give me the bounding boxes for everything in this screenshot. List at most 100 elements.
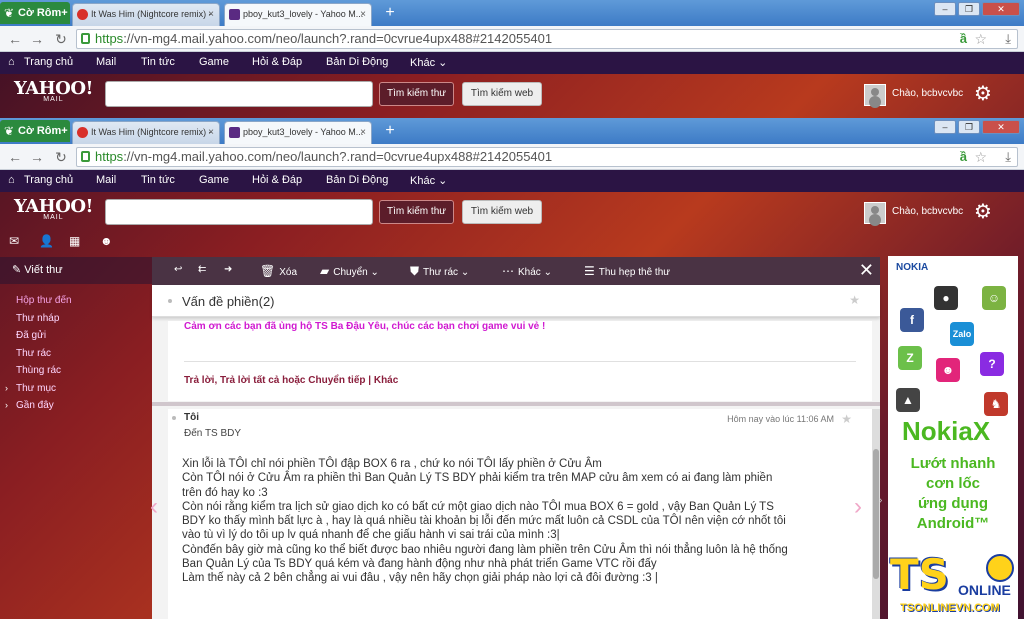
close-window-button[interactable]: ✕ xyxy=(982,120,1020,134)
browser-brand-tab[interactable]: Cờ Rôm+ xyxy=(0,120,70,142)
tab-yahoo-mail[interactable]: pboy_kut3_lovely - Yahoo M... × xyxy=(224,3,372,26)
folder-spam[interactable]: Thư rác xyxy=(0,345,152,363)
nav-item-answers[interactable]: Hỏi & Đáp xyxy=(252,56,302,68)
back-icon[interactable]: ← xyxy=(6,148,24,166)
nav-item-home[interactable]: Trang chủ xyxy=(24,56,73,68)
gear-icon[interactable]: ⚙ xyxy=(974,81,992,106)
delete-button[interactable]: 🗑 Xóa xyxy=(260,264,297,278)
browser-toolbar: ← → ↻ https://vn-mg4.mail.yahoo.com/neo/… xyxy=(0,26,1024,52)
nav-item-more[interactable]: Khác ⌄ xyxy=(410,56,447,69)
greeting[interactable]: Chào, bcbvcvbc xyxy=(892,88,963,99)
new-tab-button[interactable]: + xyxy=(380,5,400,21)
scrollbar-thumb[interactable] xyxy=(873,449,879,579)
back-icon[interactable]: ← xyxy=(6,30,24,48)
nav-item-news[interactable]: Tin tức xyxy=(141,174,175,186)
nav-item-more[interactable]: Khác ⌄ xyxy=(410,174,447,187)
star-icon[interactable]: ★ xyxy=(841,412,852,426)
yahoo-header: YAHOO! MAIL Tìm kiếm thư Tìm kiếm web Chà… xyxy=(0,192,1024,234)
close-icon[interactable]: × xyxy=(360,122,366,143)
maximize-button[interactable]: ❐ xyxy=(958,120,980,134)
reply-icon[interactable]: ↩ xyxy=(174,264,182,275)
close-window-button[interactable]: ✕ xyxy=(982,2,1020,16)
search-mail-button[interactable]: Tìm kiếm thư xyxy=(379,200,454,224)
nav-item-answers[interactable]: Hỏi & Đáp xyxy=(252,174,302,186)
calendar-icon[interactable]: ▦ xyxy=(69,234,80,248)
close-icon[interactable]: × xyxy=(208,4,214,25)
prev-message-arrow-icon[interactable]: ‹ xyxy=(150,493,158,521)
forward-mail-icon[interactable]: ➜ xyxy=(224,264,232,275)
gear-icon[interactable]: ⚙ xyxy=(974,199,992,224)
address-bar[interactable]: https://vn-mg4.mail.yahoo.com/neo/launch… xyxy=(76,29,1018,49)
close-icon[interactable]: ✕ xyxy=(859,260,874,281)
next-message-arrow-icon[interactable]: › xyxy=(854,493,862,521)
new-tab-button[interactable]: + xyxy=(380,123,400,139)
collapse-thread-button[interactable]: ☰ Thu hẹp thê thư xyxy=(584,264,670,278)
more-button[interactable]: ⋯ Khác ⌄ xyxy=(502,264,552,278)
scrollbar[interactable] xyxy=(872,409,880,619)
download-icon[interactable]: ⤓ xyxy=(1005,30,1011,48)
extension-icon[interactable]: ầ xyxy=(960,148,967,166)
lock-icon xyxy=(81,33,90,44)
search-mail-button[interactable]: Tìm kiếm thư xyxy=(379,82,454,106)
home-icon[interactable]: ⌂ xyxy=(8,56,15,68)
folder-folders[interactable]: › Thư mục xyxy=(0,380,152,398)
tab-nightcore[interactable]: It Was Him (Nightcore remix) - × xyxy=(72,121,220,144)
minimize-button[interactable]: – xyxy=(934,2,956,16)
extension-icon[interactable]: ầ xyxy=(960,30,967,48)
messenger-icon[interactable]: ☻ xyxy=(100,234,113,248)
compose-button[interactable]: ✎ Viết thư xyxy=(0,257,152,284)
maximize-button[interactable]: ❐ xyxy=(958,2,980,16)
nav-item-game[interactable]: Game xyxy=(199,174,229,186)
avatar[interactable] xyxy=(864,84,886,106)
search-web-button[interactable]: Tìm kiếm web xyxy=(462,82,542,106)
forward-icon[interactable]: → xyxy=(28,30,46,48)
nav-item-mobile[interactable]: Bản Di Động xyxy=(326,56,388,68)
folder-sent[interactable]: Đã gửi xyxy=(0,327,152,345)
bookmark-star-icon[interactable]: ☆ xyxy=(974,30,987,48)
body-line: Còn nói rằng kiểm tra lịch sử giao dịch … xyxy=(182,500,774,513)
minimize-button[interactable]: – xyxy=(934,120,956,134)
close-icon[interactable]: × xyxy=(360,4,366,25)
bookmark-star-icon[interactable]: ☆ xyxy=(974,148,987,166)
reply-actions-link[interactable]: Trả lời, Trả lời tất cả hoặc Chuyển tiếp… xyxy=(184,375,398,386)
reload-icon[interactable]: ↻ xyxy=(52,30,70,48)
chevron-right-icon[interactable]: › xyxy=(879,495,882,506)
reply-all-icon[interactable]: ⇇ xyxy=(198,264,206,275)
message-body[interactable]: Xin lỗi là TÔI chỉ nói phiền TÔI đập BOX… xyxy=(182,457,842,586)
reload-icon[interactable]: ↻ xyxy=(52,148,70,166)
move-button[interactable]: ▰ Chuyển ⌄ xyxy=(320,264,379,278)
search-web-button[interactable]: Tìm kiếm web xyxy=(462,200,542,224)
yahoo-logo[interactable]: YAHOO! MAIL xyxy=(14,78,93,103)
search-input[interactable] xyxy=(105,81,373,107)
folder-inbox[interactable]: Hộp thư đến xyxy=(0,292,152,310)
nav-item-mobile[interactable]: Bản Di Động xyxy=(326,174,388,186)
star-icon[interactable]: ★ xyxy=(849,293,860,307)
avatar[interactable] xyxy=(864,202,886,224)
folder-recent[interactable]: › Gần đây xyxy=(0,397,152,415)
download-icon[interactable]: ⤓ xyxy=(1005,148,1011,166)
home-icon[interactable]: ⌂ xyxy=(8,174,15,186)
greeting[interactable]: Chào, bcbvcvbc xyxy=(892,206,963,217)
folder-trash[interactable]: Thùng rác xyxy=(0,362,152,380)
close-icon[interactable]: × xyxy=(208,122,214,143)
mail-icon[interactable]: ✉ xyxy=(9,234,19,248)
app-tile-icon: ● xyxy=(934,286,958,310)
forward-icon[interactable]: → xyxy=(28,148,46,166)
address-bar[interactable]: https://vn-mg4.mail.yahoo.com/neo/launch… xyxy=(76,147,1018,167)
nav-item-home[interactable]: Trang chủ xyxy=(24,174,73,186)
sender-name[interactable]: Tôi xyxy=(184,412,199,423)
spam-button[interactable]: ⛊ Thư rác ⌄ xyxy=(410,264,469,279)
tab-yahoo-mail[interactable]: pboy_kut3_lovely - Yahoo M... × xyxy=(224,121,372,144)
browser-brand-tab[interactable]: Cờ Rôm+ xyxy=(0,2,70,24)
nav-item-mail[interactable]: Mail xyxy=(96,56,116,68)
yahoo-logo[interactable]: YAHOO! MAIL xyxy=(14,196,93,221)
search-input[interactable] xyxy=(105,199,373,225)
nav-item-mail[interactable]: Mail xyxy=(96,174,116,186)
nav-item-news[interactable]: Tin tức xyxy=(141,56,175,68)
yahoo-nav-bar: ⌂ Trang chủ Mail Tin tức Game Hỏi & Đáp … xyxy=(0,170,1024,192)
nav-item-game[interactable]: Game xyxy=(199,56,229,68)
folder-drafts[interactable]: Thư nháp xyxy=(0,310,152,328)
contacts-icon[interactable]: 👤 xyxy=(39,234,54,248)
tab-nightcore[interactable]: It Was Him (Nightcore remix) - × xyxy=(72,3,220,26)
ellipsis-icon: ⋯ xyxy=(502,264,514,278)
